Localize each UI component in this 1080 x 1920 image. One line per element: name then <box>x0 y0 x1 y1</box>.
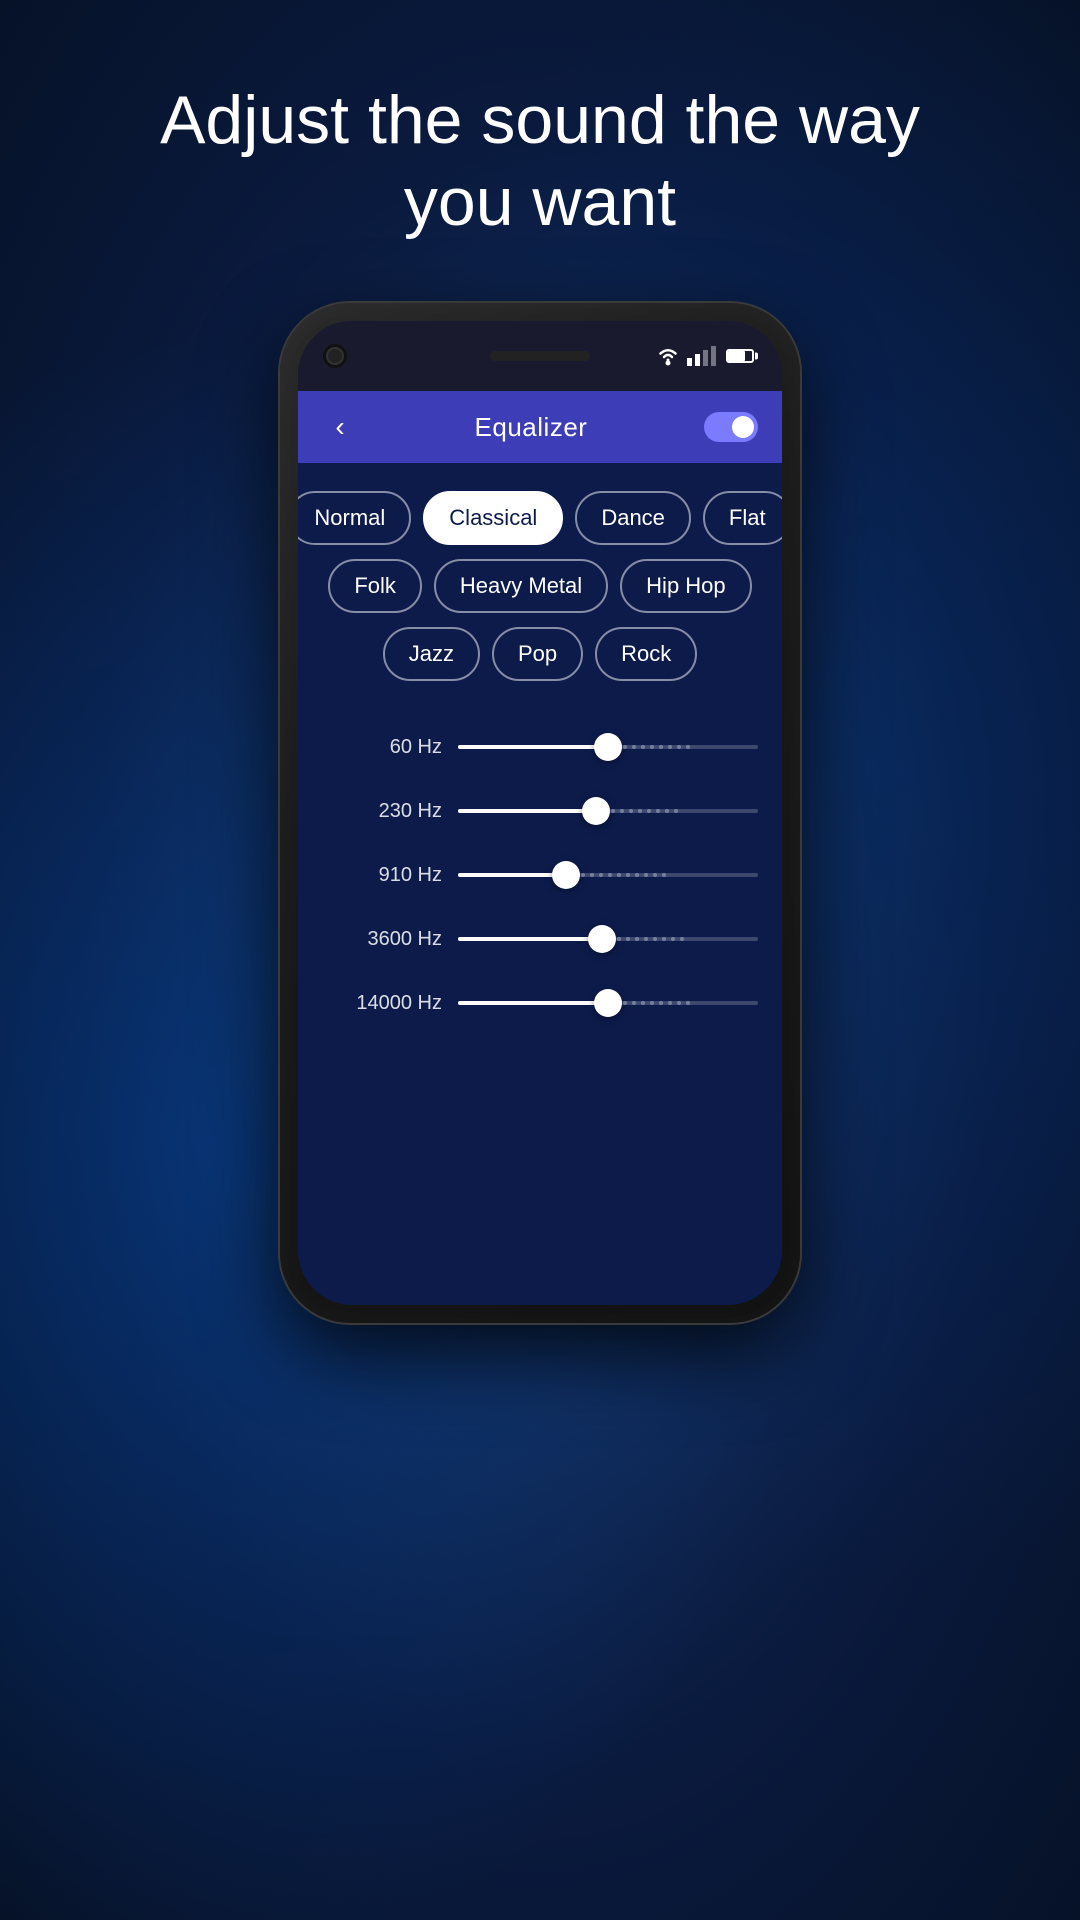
header-title: Equalizer <box>475 412 588 443</box>
slider-3600hz-label: 3600 Hz <box>322 928 442 951</box>
back-button[interactable]: ‹ <box>322 411 358 443</box>
slider-910hz-row: 910 Hz <box>322 861 758 889</box>
preset-row-3: Jazz Pop Rock <box>316 627 764 681</box>
slider-3600hz-row: 3600 Hz <box>322 925 758 953</box>
preset-flat[interactable]: Flat <box>703 491 782 545</box>
status-bar <box>655 346 754 366</box>
preset-pop[interactable]: Pop <box>492 627 583 681</box>
slider-230hz-row: 230 Hz <box>322 797 758 825</box>
slider-14000hz-label: 14000 Hz <box>322 992 442 1015</box>
page-headline: Adjust the sound the way you want <box>150 80 930 243</box>
preset-classical[interactable]: Classical <box>423 491 563 545</box>
sliders-area: 60 Hz 230 Hz <box>298 709 782 1077</box>
battery-icon <box>726 349 754 363</box>
slider-14000hz-track[interactable] <box>458 989 758 1017</box>
phone-camera <box>326 347 344 365</box>
slider-60hz-label: 60 Hz <box>322 736 442 759</box>
preset-row-2: Folk Heavy Metal Hip Hop <box>316 559 764 613</box>
preset-normal[interactable]: Normal <box>298 491 411 545</box>
presets-area: Normal Classical Dance Flat Folk Heavy M… <box>298 463 782 709</box>
slider-14000hz-row: 14000 Hz <box>322 989 758 1017</box>
preset-heavy-metal[interactable]: Heavy Metal <box>434 559 608 613</box>
signal-bars <box>687 346 716 366</box>
slider-910hz-label: 910 Hz <box>322 864 442 887</box>
status-bar-area <box>298 321 782 391</box>
preset-row-1: Normal Classical Dance Flat <box>316 491 764 545</box>
slider-3600hz-track[interactable] <box>458 925 758 953</box>
phone-shell: ‹ Equalizer Normal Classical Dance Flat … <box>280 303 800 1323</box>
preset-dance[interactable]: Dance <box>575 491 691 545</box>
slider-230hz-track[interactable] <box>458 797 758 825</box>
phone-mockup: ‹ Equalizer Normal Classical Dance Flat … <box>280 303 800 1323</box>
phone-screen: ‹ Equalizer Normal Classical Dance Flat … <box>298 321 782 1305</box>
slider-910hz-track[interactable] <box>458 861 758 889</box>
phone-speaker <box>490 351 590 361</box>
slider-60hz-track[interactable] <box>458 733 758 761</box>
preset-folk[interactable]: Folk <box>328 559 422 613</box>
equalizer-toggle[interactable] <box>704 412 758 442</box>
slider-60hz-row: 60 Hz <box>322 733 758 761</box>
preset-hip-hop[interactable]: Hip Hop <box>620 559 751 613</box>
app-header: ‹ Equalizer <box>298 391 782 463</box>
slider-230hz-label: 230 Hz <box>322 800 442 823</box>
wifi-icon <box>655 346 681 366</box>
preset-jazz[interactable]: Jazz <box>383 627 480 681</box>
preset-rock[interactable]: Rock <box>595 627 697 681</box>
